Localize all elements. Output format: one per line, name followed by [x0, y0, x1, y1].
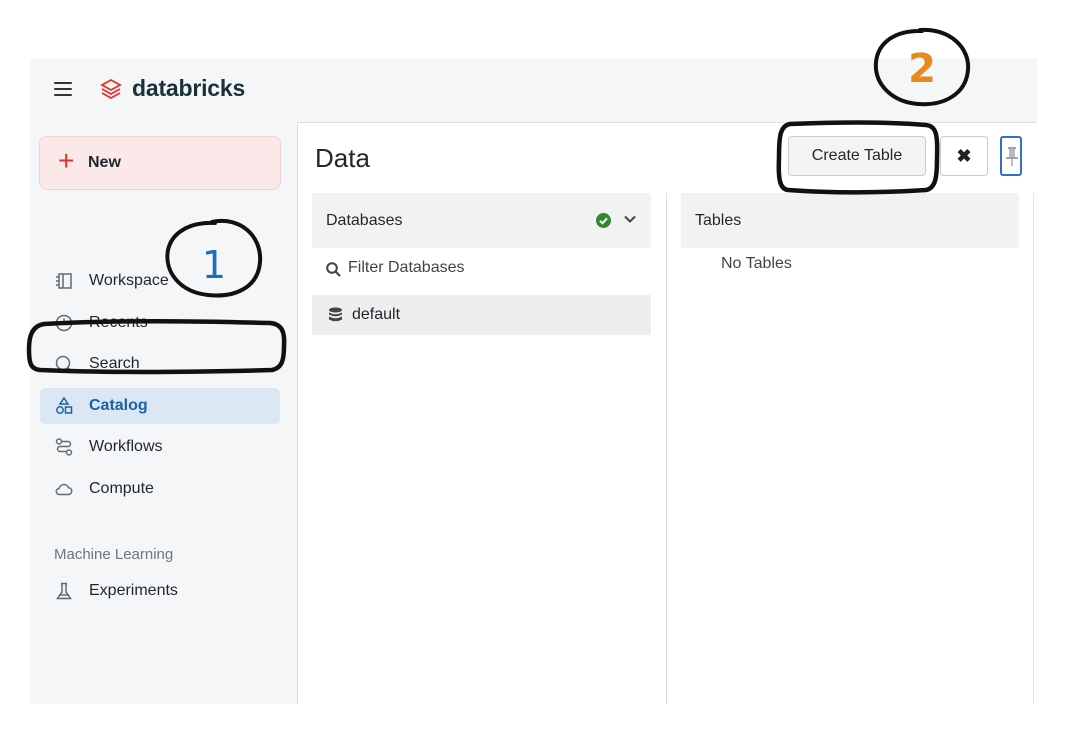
- close-button[interactable]: ✖: [940, 136, 988, 176]
- new-label: New: [88, 154, 121, 171]
- sidebar-item-label: Workspace: [89, 272, 169, 289]
- sidebar-item-label: Workflows: [89, 438, 163, 455]
- sidebar-item-experiments[interactable]: Experiments: [40, 573, 280, 609]
- panel-edge: [1033, 193, 1034, 704]
- database-row-default[interactable]: default: [312, 295, 651, 335]
- sidebar-item-search[interactable]: Search: [40, 346, 280, 382]
- databases-header-label: Databases: [326, 212, 403, 229]
- top-bar: databricks: [30, 58, 1037, 122]
- sidebar-item-workflows[interactable]: Workflows: [40, 429, 280, 465]
- app-window: databricks + New Workspace Recents Searc…: [30, 58, 1037, 704]
- sidebar-item-recents[interactable]: Recents: [40, 305, 280, 341]
- check-circle-icon: [596, 213, 611, 228]
- create-table-button[interactable]: Create Table: [788, 136, 926, 176]
- filter-placeholder: Filter Databases: [348, 259, 465, 276]
- clock-icon: [55, 314, 73, 332]
- pin-button[interactable]: [1000, 136, 1022, 176]
- sidebar-item-catalog[interactable]: Catalog: [40, 388, 280, 424]
- flask-icon: [56, 582, 72, 600]
- sidebar-item-label: Compute: [89, 480, 154, 497]
- workflows-icon: [55, 438, 73, 456]
- sidebar-item-label: Catalog: [89, 397, 148, 414]
- sidebar-item-label: Recents: [89, 314, 148, 331]
- database-name: default: [352, 306, 401, 323]
- data-panel: Data Create Table ✖ Databases Filter Dat…: [298, 122, 1037, 704]
- sidebar-item-compute[interactable]: Compute: [40, 471, 280, 507]
- chevron-down-icon[interactable]: [622, 211, 638, 227]
- sidebar-item-workspace[interactable]: Workspace: [40, 263, 280, 299]
- workspace-icon: [56, 273, 72, 289]
- sidebar-item-label: Search: [89, 355, 140, 372]
- sidebar-item-label: Experiments: [89, 582, 178, 599]
- database-icon: [329, 307, 342, 322]
- tables-header-label: Tables: [695, 212, 742, 229]
- search-icon: [55, 355, 73, 373]
- no-tables-message: No Tables: [721, 255, 792, 272]
- column-divider: [666, 193, 667, 704]
- tables-header: Tables: [681, 193, 1019, 248]
- sidebar: + New Workspace Recents Search Catalog W…: [30, 122, 298, 704]
- plus-icon: +: [58, 145, 75, 176]
- brand-name: databricks: [132, 75, 246, 101]
- new-button[interactable]: + New: [39, 136, 281, 190]
- search-icon: [326, 262, 341, 277]
- catalog-icon: [56, 397, 73, 414]
- menu-icon[interactable]: [54, 82, 72, 96]
- section-label-machine-learning: Machine Learning: [54, 546, 174, 563]
- page-title: Data: [315, 143, 370, 173]
- cloud-icon: [55, 483, 73, 496]
- databases-header[interactable]: Databases: [312, 193, 651, 248]
- pin-icon: [1006, 147, 1018, 166]
- databricks-logo-icon: [100, 78, 122, 100]
